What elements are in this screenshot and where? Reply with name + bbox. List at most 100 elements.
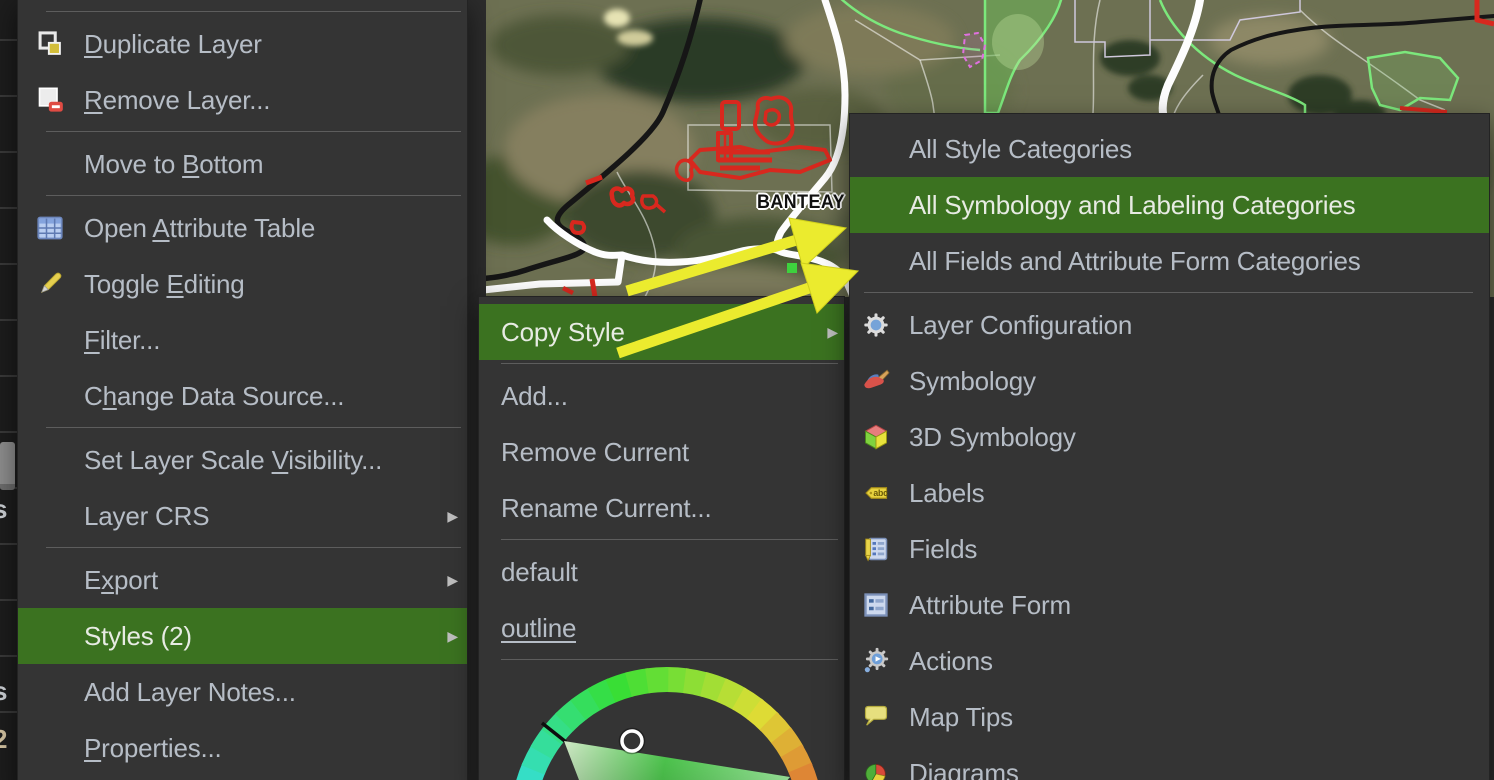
layers-panel-fragment: s s 2 bbox=[0, 0, 17, 780]
menu-item-styles-2[interactable]: Styles (2) ▶ bbox=[18, 608, 467, 664]
menu-item-all-fields-and-attribute-form-categories[interactable]: All Fields and Attribute Form Categories bbox=[850, 233, 1489, 289]
menu-item-label: Move to Bottom bbox=[84, 149, 263, 180]
labels-icon: abc bbox=[861, 478, 891, 508]
symbology-icon bbox=[861, 366, 891, 396]
menu-item-label: Duplicate Layer bbox=[84, 29, 262, 60]
panel-text-fragment: s bbox=[0, 676, 7, 707]
menu-item-change-data-source[interactable]: Change Data Source... bbox=[18, 368, 467, 424]
menu-item-label: Copy Style bbox=[501, 317, 625, 348]
menu-item-all-symbology-and-labeling-categories[interactable]: All Symbology and Labeling Categories bbox=[850, 177, 1489, 233]
menu-separator bbox=[864, 292, 1473, 293]
menu-item-label: All Symbology and Labeling Categories bbox=[909, 190, 1355, 221]
menu-item-toggle-editing[interactable]: Toggle Editing bbox=[18, 256, 467, 312]
menu-item-label: Fields bbox=[909, 534, 977, 565]
styles-submenu: Copy Style ▶ Add... Remove Current Rename Cu… bbox=[478, 296, 845, 780]
submenu-arrow-icon: ▶ bbox=[447, 572, 458, 589]
menu-item-label: Properties... bbox=[84, 733, 222, 764]
no-icon bbox=[35, 381, 65, 411]
map-tips-icon bbox=[861, 702, 891, 732]
menu-item-label: All Style Categories bbox=[909, 134, 1132, 165]
menu-item-label: Diagrams bbox=[909, 758, 1019, 780]
menu-separator bbox=[46, 11, 461, 12]
no-icon bbox=[35, 325, 65, 355]
menu-item-layer-crs[interactable]: Layer CRS▶ bbox=[18, 488, 467, 544]
menu-item-labels[interactable]: abc Labels bbox=[850, 465, 1489, 521]
no-icon bbox=[861, 246, 891, 276]
layer-context-menu: Duplicate Layer Remove Layer... Move to Bo… bbox=[17, 0, 468, 780]
menu-item-label: Open Attribute Table bbox=[84, 213, 315, 244]
menu-item-add[interactable]: Add... bbox=[479, 368, 844, 424]
menu-item-add-layer-notes[interactable]: Add Layer Notes... bbox=[18, 664, 467, 720]
menu-item-open-attribute-table[interactable]: Open Attribute Table bbox=[18, 200, 467, 256]
menu-item-layer-configuration[interactable]: Layer Configuration bbox=[850, 297, 1489, 353]
diagrams-icon bbox=[861, 758, 891, 780]
menu-item-copy-style[interactable]: Copy Style ▶ bbox=[479, 304, 844, 360]
menu-item-remove-current[interactable]: Remove Current bbox=[479, 424, 844, 480]
no-icon bbox=[861, 134, 891, 164]
green-marker bbox=[787, 263, 797, 273]
menu-item-all-style-categories[interactable]: All Style Categories bbox=[850, 121, 1489, 177]
menu-separator bbox=[501, 363, 838, 364]
menu-item-outline[interactable]: outline bbox=[479, 600, 844, 656]
menu-item-label: Styles (2) bbox=[84, 621, 192, 652]
menu-item-default[interactable]: default bbox=[479, 544, 844, 600]
menu-separator bbox=[501, 539, 838, 540]
menu-separator bbox=[46, 427, 461, 428]
menu-item-filter[interactable]: Filter... bbox=[18, 312, 467, 368]
map-place-label: BANTEAY bbox=[757, 192, 845, 214]
menu-item-label: Add... bbox=[501, 381, 568, 412]
menu-item-label: default bbox=[501, 557, 578, 588]
menu-separator bbox=[501, 659, 838, 660]
panel-text-fragment: s bbox=[0, 494, 7, 525]
menu-item-diagrams[interactable]: Diagrams bbox=[850, 745, 1489, 780]
menu-item-label: Layer Configuration bbox=[909, 310, 1132, 341]
menu-item-remove-layer[interactable]: Remove Layer... bbox=[18, 72, 467, 128]
submenu-arrow-icon: ▶ bbox=[447, 628, 458, 645]
menu-item-map-tips[interactable]: Map Tips bbox=[850, 689, 1489, 745]
menu-item-properties[interactable]: Properties... bbox=[18, 720, 467, 776]
menu-item-label: Change Data Source... bbox=[84, 381, 344, 412]
menu-item-label: All Fields and Attribute Form Categories bbox=[909, 246, 1361, 277]
menu-item-export[interactable]: Export ▶ bbox=[18, 552, 467, 608]
no-icon bbox=[35, 565, 65, 595]
svg-text:abc: abc bbox=[873, 488, 888, 498]
duplicate-layer-icon bbox=[35, 29, 65, 59]
menu-item-rename-current[interactable]: Rename Current... bbox=[479, 480, 844, 536]
menu-item-label: Symbology bbox=[909, 366, 1036, 397]
menu-item-label: Map Tips bbox=[909, 702, 1013, 733]
panel-text-fragment: 2 bbox=[0, 724, 7, 755]
actions-icon bbox=[861, 646, 891, 676]
fields-icon bbox=[861, 534, 891, 564]
menu-item-label: Rename Current... bbox=[501, 493, 711, 524]
menu-separator bbox=[46, 547, 461, 548]
no-icon bbox=[35, 501, 65, 531]
menu-item-set-layer-scale-visibility[interactable]: Set Layer Scale Visibility... bbox=[18, 432, 467, 488]
no-icon bbox=[35, 621, 65, 651]
menu-item-label: outline bbox=[501, 613, 576, 644]
menu-item-actions[interactable]: Actions bbox=[850, 633, 1489, 689]
menu-separator bbox=[46, 131, 461, 132]
no-icon bbox=[35, 677, 65, 707]
menu-item-attribute-form[interactable]: Attribute Form bbox=[850, 577, 1489, 633]
menu-item-label: Add Layer Notes... bbox=[84, 677, 296, 708]
menu-item-move-to-bottom[interactable]: Move to Bottom bbox=[18, 136, 467, 192]
menu-item-duplicate-layer[interactable]: Duplicate Layer bbox=[18, 16, 467, 72]
no-icon bbox=[35, 149, 65, 179]
menu-item-label: Labels bbox=[909, 478, 984, 509]
submenu-arrow-icon: ▶ bbox=[447, 508, 458, 525]
menu-item-label: Remove Layer... bbox=[84, 85, 270, 116]
menu-item-fields[interactable]: Fields bbox=[850, 521, 1489, 577]
remove-layer-icon bbox=[35, 85, 65, 115]
menu-item-label: Filter... bbox=[84, 325, 160, 356]
submenu-arrow-icon: ▶ bbox=[827, 324, 838, 341]
menu-item-label: Export bbox=[84, 565, 158, 596]
3d-symbology-icon bbox=[861, 422, 891, 452]
menu-item-label: 3D Symbology bbox=[909, 422, 1076, 453]
menu-item-3d-symbology[interactable]: 3D Symbology bbox=[850, 409, 1489, 465]
qgis-window: s s 2 bbox=[0, 0, 1494, 780]
menu-item-label: Attribute Form bbox=[909, 590, 1071, 621]
menu-item-label: Remove Current bbox=[501, 437, 689, 468]
layer-configuration-icon bbox=[861, 310, 891, 340]
menu-item-symbology[interactable]: Symbology bbox=[850, 353, 1489, 409]
attribute-form-icon bbox=[861, 590, 891, 620]
